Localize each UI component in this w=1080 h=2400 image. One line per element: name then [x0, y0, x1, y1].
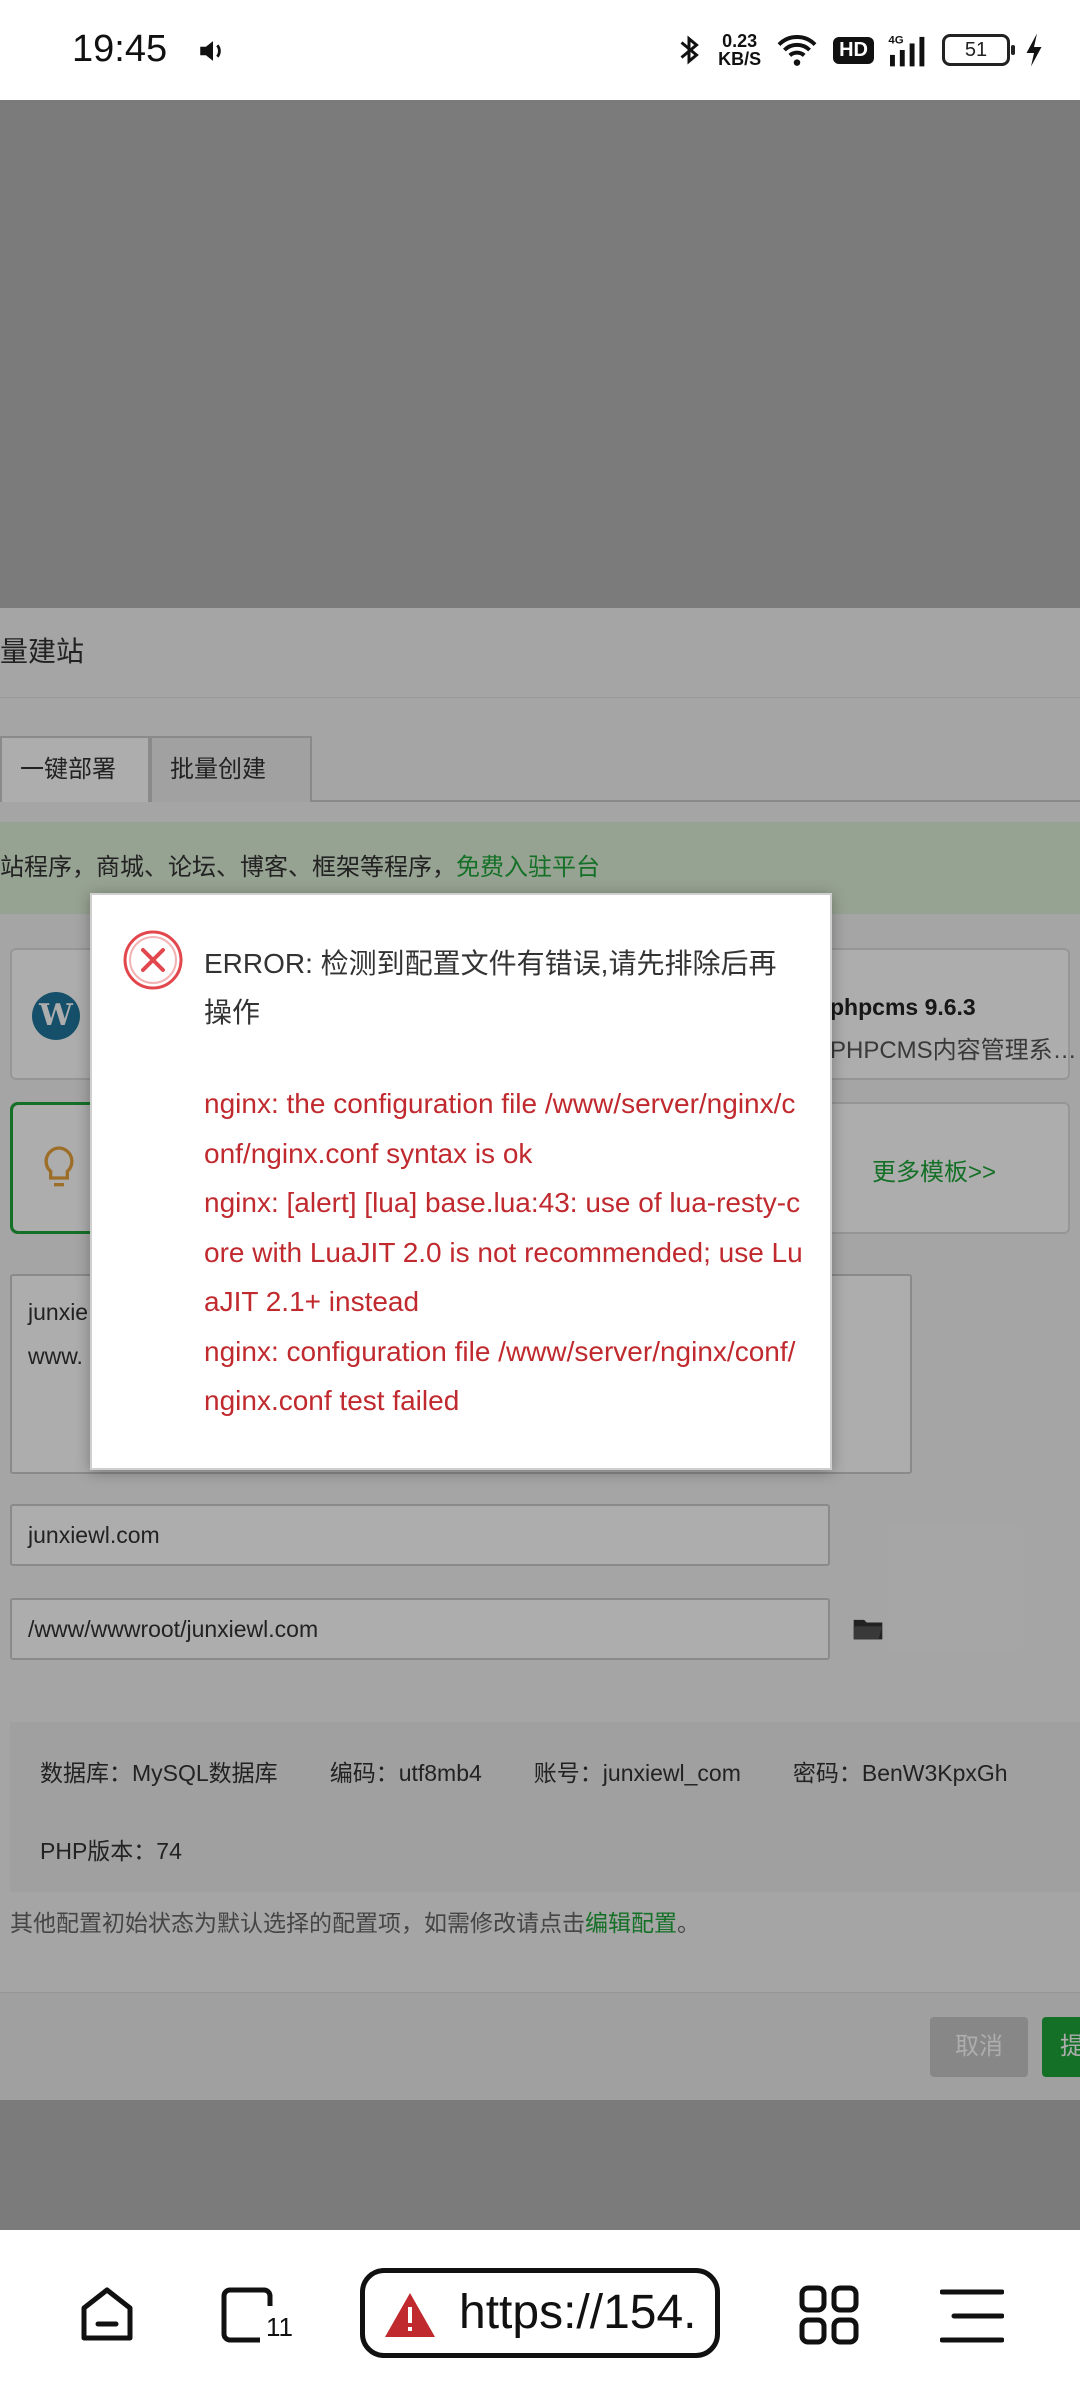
url-bar[interactable]: https://154.: [360, 2268, 720, 2358]
warning-icon: [385, 2293, 435, 2337]
charging-icon: [1026, 33, 1042, 67]
status-bar: 19:45 0.23 KB/S HD 4G 51: [0, 0, 1080, 100]
network-speed: 0.23 KB/S: [718, 31, 762, 69]
backdrop-top: [0, 100, 1080, 608]
status-time: 19:45: [72, 28, 168, 70]
tabs-button[interactable]: 11: [218, 2284, 300, 2350]
wifi-icon: [777, 35, 817, 66]
url-text: https://154.: [459, 2286, 697, 2339]
signal-icon: 4G: [888, 34, 925, 67]
menu-icon[interactable]: [940, 2288, 1004, 2344]
status-icons: 0.23 KB/S HD 4G 51: [674, 26, 1044, 74]
error-line: nginx: the configuration file /www/serve…: [204, 1088, 796, 1169]
error-dialog: ERROR: 检测到配置文件有错误,请先排除后再操作 nginx: the co…: [90, 893, 832, 1470]
apps-icon[interactable]: [798, 2284, 860, 2346]
home-icon[interactable]: [76, 2284, 138, 2346]
tab-count: 11: [266, 2312, 293, 2342]
error-line: nginx: [alert] [lua] base.lua:43: use of…: [204, 1187, 803, 1317]
hd-badge: HD: [833, 36, 874, 64]
battery-icon: 51: [942, 34, 1015, 66]
volume-icon: [200, 41, 221, 61]
error-details: nginx: the configuration file /www/serve…: [204, 1079, 804, 1426]
backdrop-bottom: [0, 2100, 1080, 2230]
bluetooth-icon: [680, 35, 699, 65]
error-title: ERROR: 检测到配置文件有错误,请先排除后再操作: [204, 948, 777, 1028]
error-line: nginx: configuration file /www/server/ng…: [204, 1335, 796, 1417]
svg-text:4G: 4G: [888, 34, 903, 46]
browser-bottom-bar: 11 https://154.: [0, 2230, 1080, 2400]
error-icon: [123, 930, 183, 990]
